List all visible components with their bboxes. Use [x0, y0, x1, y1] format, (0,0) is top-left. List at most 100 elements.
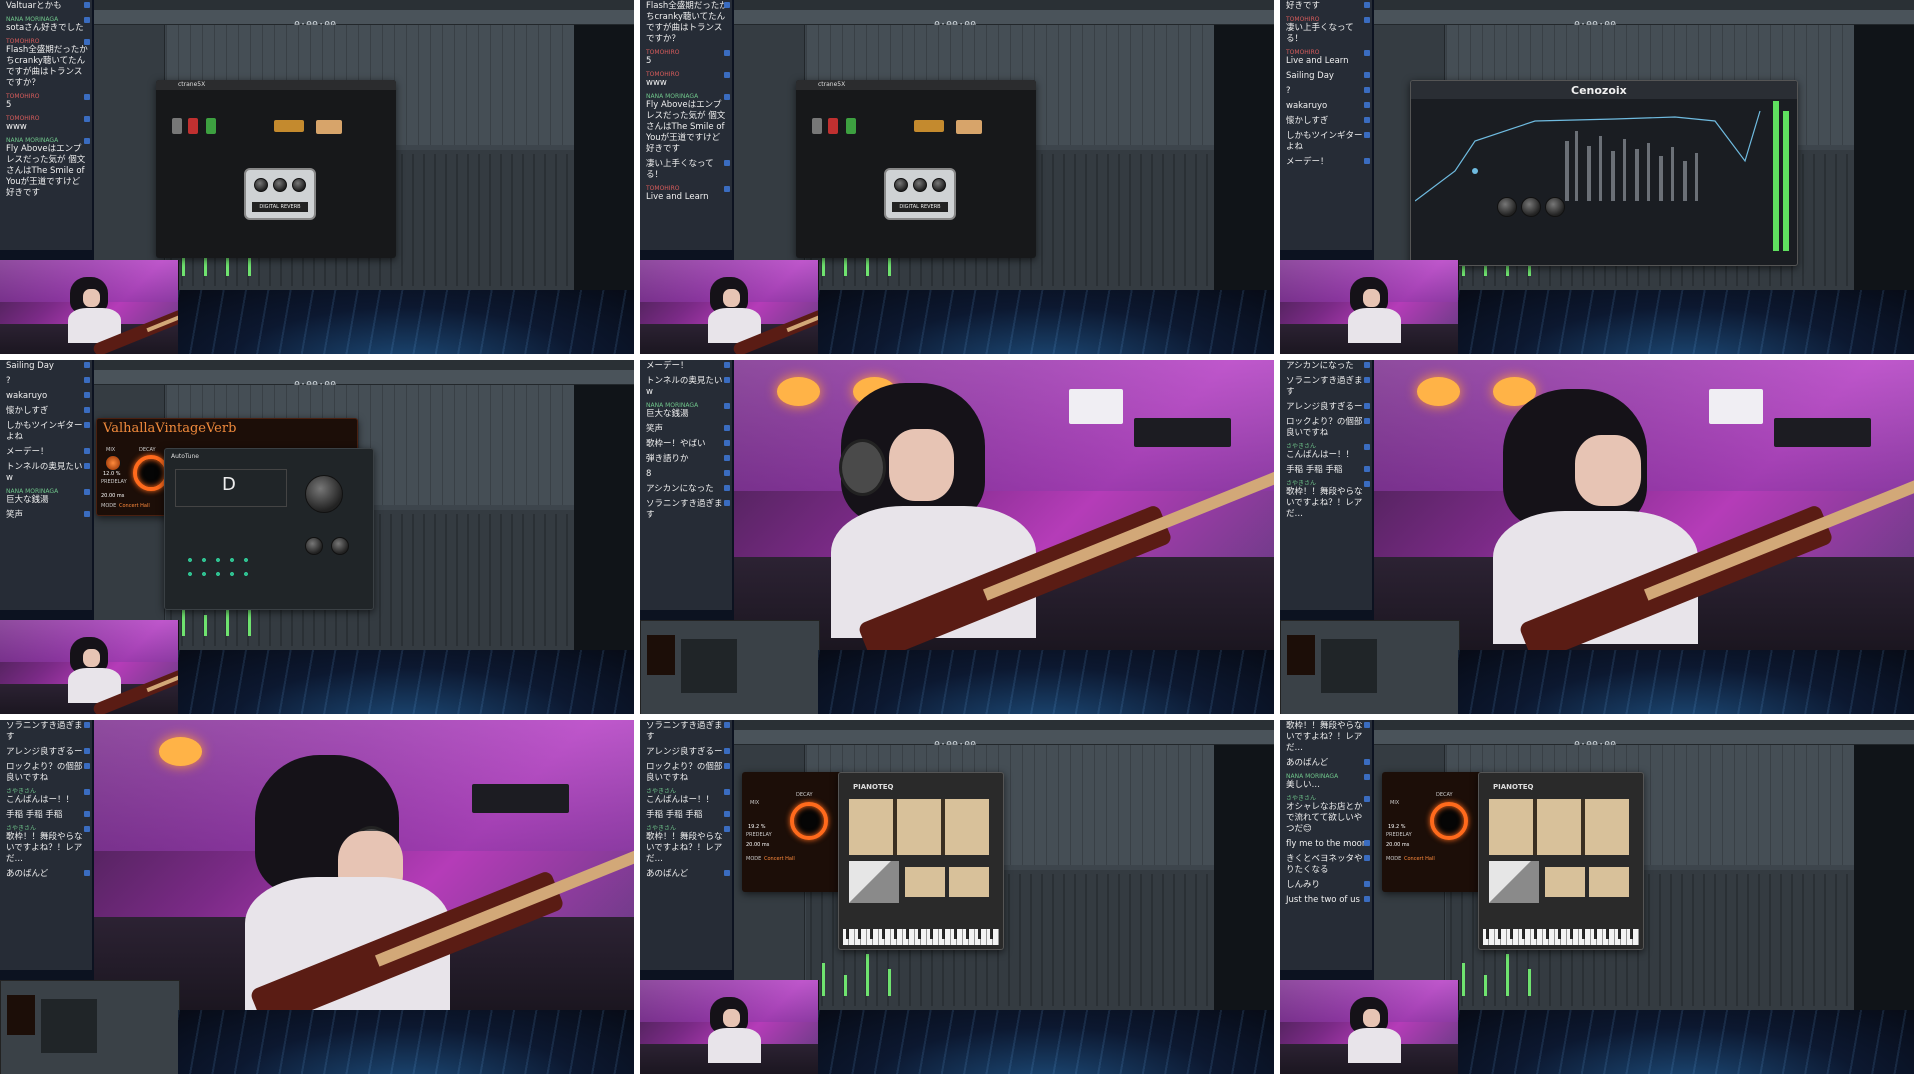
decay-ring[interactable] — [790, 802, 828, 840]
chat-text: こんばんはー！！ — [646, 795, 715, 805]
chat-text: 美しい… — [1286, 780, 1321, 790]
chat-message: 手稲 手稲 手稲 — [1280, 464, 1372, 479]
plugin-knob[interactable] — [1521, 197, 1541, 217]
piano-keyboard[interactable] — [843, 929, 999, 945]
mix-knob[interactable] — [105, 455, 121, 471]
pianoteq-plugin[interactable]: PIANOTEQ — [1478, 772, 1644, 950]
mode-value[interactable]: Concert Hall — [1404, 856, 1435, 862]
menu-bar[interactable] — [94, 0, 634, 10]
browser-panel[interactable] — [94, 25, 165, 290]
preset-panel[interactable] — [849, 799, 989, 855]
pedal[interactable] — [812, 118, 822, 134]
chat-message: あのばんど — [640, 868, 732, 883]
badge-icon — [84, 2, 90, 8]
chat-message: ソラニンすき過ぎます — [640, 498, 732, 524]
menu-bar[interactable] — [734, 720, 1274, 730]
badge-icon — [724, 2, 730, 8]
param-panel[interactable] — [1545, 867, 1585, 897]
badge-icon — [84, 138, 90, 144]
level-meter — [844, 975, 847, 996]
pedal[interactable] — [828, 118, 838, 134]
pitch-display: D — [175, 469, 287, 507]
reverb-pedal[interactable]: DIGITAL REVERB — [244, 168, 316, 220]
plugin-knob[interactable] — [1497, 197, 1517, 217]
cabinet[interactable] — [316, 120, 342, 134]
chat-message: 凄い上手くなってる！ — [640, 158, 732, 184]
mode-value[interactable]: Concert Hall — [119, 503, 150, 509]
badge-icon — [724, 826, 730, 832]
stage-background — [818, 290, 1274, 354]
plugin-knob[interactable] — [331, 537, 349, 555]
velocity-curve[interactable] — [1489, 861, 1539, 903]
param-panel[interactable] — [949, 867, 989, 897]
daw-window: 0:00:00 ctrane5X DIGITAL REVERB — [734, 0, 1274, 290]
velocity-curve[interactable] — [849, 861, 899, 903]
retune-speed-knob[interactable] — [305, 475, 343, 513]
badge-icon — [1364, 796, 1370, 802]
param-panel[interactable] — [905, 867, 945, 897]
param-panel[interactable] — [1589, 867, 1629, 897]
chat-message: 笑声 — [0, 509, 92, 524]
badge-icon — [724, 377, 730, 383]
pianoteq-plugin[interactable]: PIANOTEQ — [838, 772, 1004, 950]
eq-curve[interactable] — [1415, 101, 1775, 211]
chat-text: Valtuarとかも — [6, 1, 62, 11]
badge-icon — [1364, 132, 1370, 138]
menu-bar[interactable] — [1374, 0, 1914, 10]
mode-value[interactable]: Concert Hall — [764, 856, 795, 862]
plugin-window[interactable]: Cenozoix — [1410, 80, 1798, 266]
stage-background — [178, 1010, 634, 1074]
level-meter — [1506, 954, 1509, 996]
chat-username: NANA MORINAGA — [646, 93, 699, 100]
chat-message: 好きです — [1280, 0, 1372, 15]
valhalla-plugin[interactable]: MIX DECAY 19.2 % PREDELAY 20.00 ms MODE … — [1382, 772, 1482, 892]
menu-bar[interactable] — [1374, 720, 1914, 730]
stage-background — [818, 1010, 1274, 1074]
badge-icon — [1364, 17, 1370, 23]
pedal[interactable] — [846, 118, 856, 134]
chat-username: さやきさん — [6, 825, 37, 832]
cabinet[interactable] — [956, 120, 982, 134]
plugin-window[interactable]: ctrane5X DIGITAL REVERB — [156, 80, 396, 258]
pedal[interactable] — [188, 118, 198, 134]
badge-icon — [1364, 466, 1370, 472]
plugin-window[interactable]: ctrane5X DIGITAL REVERB — [796, 80, 1036, 258]
amp-head[interactable] — [274, 120, 304, 132]
valhalla-plugin[interactable]: MIX DECAY 19.2 % PREDELAY 20.00 ms MODE … — [742, 772, 842, 892]
webcam-fullview — [94, 720, 634, 1010]
piano-keyboard[interactable] — [1483, 929, 1639, 945]
pedal[interactable] — [172, 118, 182, 134]
chat-text: Sailing Day — [6, 361, 54, 371]
amp-head[interactable] — [914, 120, 944, 132]
browser-panel[interactable] — [734, 25, 805, 290]
mode-label: MODE — [746, 856, 762, 862]
note-buttons[interactable] — [183, 553, 253, 581]
daw-thumbnail — [0, 980, 180, 1074]
badge-icon — [1364, 896, 1370, 902]
pedal[interactable] — [206, 118, 216, 134]
chat-text: メーデー！ — [6, 447, 49, 457]
badge-icon — [1364, 87, 1370, 93]
mix-label: MIX — [1390, 800, 1400, 806]
badge-icon — [724, 485, 730, 491]
level-meter — [1484, 975, 1487, 996]
reverb-pedal[interactable]: DIGITAL REVERB — [884, 168, 956, 220]
autotune-plugin[interactable]: AutoTune D — [164, 448, 374, 610]
predelay-value: 20.00 ms — [746, 842, 770, 848]
menu-bar[interactable] — [734, 0, 1274, 10]
level-meter — [888, 969, 891, 996]
menu-bar[interactable] — [94, 360, 634, 370]
plugin-knob[interactable] — [305, 537, 323, 555]
chat-username: さやきさん — [1286, 795, 1317, 802]
badge-icon — [84, 489, 90, 495]
mode-label: MODE — [101, 503, 117, 509]
stream-panel-4: Sailing Day? wakaruyo 懐かしすぎ しかもツインギターよね メーデー… — [0, 360, 634, 714]
chat-message: 懐かしすぎ — [1280, 115, 1372, 130]
decay-ring[interactable] — [1430, 802, 1468, 840]
plugin-knob[interactable] — [1545, 197, 1565, 217]
chat-message: さやきさん 歌枠！！舞段やらないですよね？！レアだ… — [1280, 479, 1372, 523]
badge-icon — [84, 811, 90, 817]
webcam-view — [640, 260, 819, 354]
preset-panel[interactable] — [1489, 799, 1629, 855]
webcam-view — [1280, 980, 1459, 1074]
